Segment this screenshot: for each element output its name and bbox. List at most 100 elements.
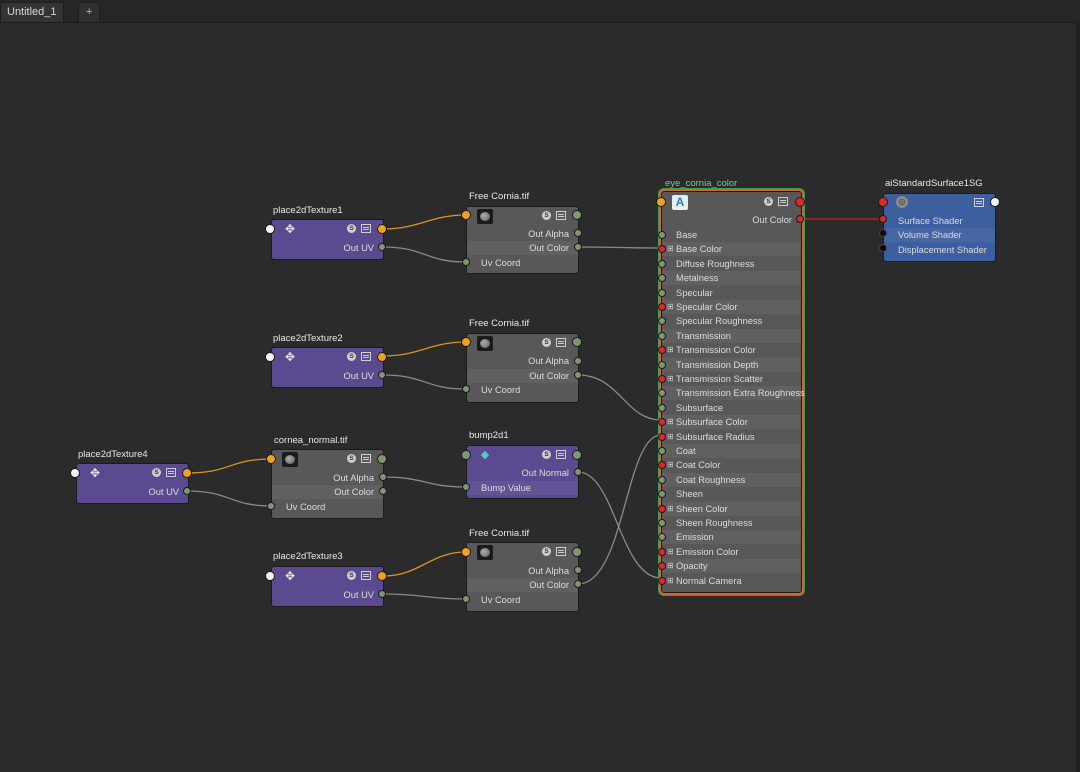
- output-port[interactable]: [572, 547, 582, 557]
- output-port[interactable]: [572, 450, 582, 460]
- shader-attr-port[interactable]: [658, 259, 666, 268]
- shader-attr-row[interactable]: Normal Camera: [662, 574, 801, 588]
- shader-attr-row[interactable]: Specular Color: [662, 300, 801, 314]
- expand-icon[interactable]: ⊞: [667, 345, 674, 354]
- out-normal-port[interactable]: [574, 468, 582, 476]
- shader-attr-row[interactable]: Subsurface: [662, 401, 801, 415]
- attribute-list-icon[interactable]: [556, 547, 566, 556]
- output-port[interactable]: [572, 210, 582, 220]
- attribute-list-icon[interactable]: [361, 571, 371, 580]
- input-port[interactable]: [461, 337, 471, 347]
- shading-badge-icon[interactable]: S: [764, 197, 773, 206]
- expand-icon[interactable]: ⊞: [667, 460, 674, 469]
- out-color-port[interactable]: [796, 215, 804, 223]
- input-port[interactable]: [265, 352, 275, 362]
- shader-attr-port[interactable]: [658, 360, 666, 369]
- shader-attr-row[interactable]: Base Color: [662, 242, 801, 257]
- shader-attr-port[interactable]: [658, 303, 666, 311]
- output-port[interactable]: [377, 571, 387, 581]
- shader-attr-row[interactable]: Diffuse Roughness: [662, 257, 801, 271]
- expand-icon[interactable]: ⊞: [667, 432, 674, 441]
- displacement-shader-port[interactable]: [879, 244, 887, 252]
- shading-badge-icon[interactable]: S: [347, 571, 356, 580]
- expand-icon[interactable]: ⊞: [667, 417, 674, 426]
- volume-shader-port[interactable]: [879, 229, 887, 237]
- input-port[interactable]: [878, 197, 888, 207]
- out-color-port[interactable]: [574, 371, 582, 379]
- attribute-list-icon[interactable]: [361, 454, 371, 463]
- shader-attr-row[interactable]: Coat Roughness: [662, 472, 801, 487]
- out-uv-port[interactable]: [378, 590, 386, 598]
- shading-badge-icon[interactable]: S: [542, 211, 551, 220]
- shader-attr-row[interactable]: Transmission: [662, 328, 801, 343]
- out-alpha-port[interactable]: [574, 229, 582, 237]
- shading-badge-icon[interactable]: S: [347, 454, 356, 463]
- attribute-list-icon[interactable]: [556, 211, 566, 220]
- attribute-list-icon[interactable]: [361, 224, 371, 233]
- shader-attr-row[interactable]: Subsurface Color: [662, 415, 801, 430]
- expand-icon[interactable]: ⊞: [667, 302, 674, 311]
- shader-attr-row[interactable]: Coat: [662, 444, 801, 458]
- shader-attr-row[interactable]: Base: [662, 228, 801, 242]
- shading-badge-icon[interactable]: S: [542, 450, 551, 459]
- shader-attr-port[interactable]: [658, 288, 666, 297]
- shader-attr-row[interactable]: Opacity: [662, 559, 801, 574]
- shading-badge-icon[interactable]: S: [347, 352, 356, 361]
- shader-attr-port[interactable]: [658, 576, 666, 585]
- output-port[interactable]: [990, 197, 1000, 207]
- attribute-list-icon[interactable]: [974, 198, 984, 207]
- expand-icon[interactable]: ⊞: [667, 244, 674, 253]
- out-alpha-port[interactable]: [379, 473, 387, 481]
- uv-coord-port[interactable]: [462, 595, 470, 603]
- input-port[interactable]: [266, 454, 276, 464]
- input-port[interactable]: [265, 224, 275, 234]
- shading-badge-icon[interactable]: S: [542, 338, 551, 347]
- bump-value-port[interactable]: [462, 483, 470, 491]
- input-port[interactable]: [461, 450, 471, 460]
- expand-icon[interactable]: ⊞: [667, 504, 674, 513]
- uv-coord-port[interactable]: [462, 385, 470, 393]
- shader-attr-row[interactable]: Coat Color: [662, 458, 801, 472]
- output-port[interactable]: [182, 468, 192, 478]
- shader-attr-port[interactable]: [658, 547, 666, 556]
- out-color-port[interactable]: [379, 487, 387, 495]
- shader-attr-port[interactable]: [658, 403, 666, 412]
- shader-attr-row[interactable]: Emission: [662, 530, 801, 545]
- output-port[interactable]: [377, 224, 387, 234]
- input-port[interactable]: [461, 547, 471, 557]
- expand-icon[interactable]: ⊞: [667, 547, 674, 556]
- output-port[interactable]: [795, 197, 805, 207]
- out-uv-port[interactable]: [183, 487, 191, 495]
- shader-attr-row[interactable]: Specular Roughness: [662, 314, 801, 328]
- shader-attr-port[interactable]: [658, 504, 666, 513]
- out-color-port[interactable]: [574, 243, 582, 251]
- input-port[interactable]: [656, 197, 666, 207]
- shader-attr-port[interactable]: [658, 432, 666, 441]
- shader-attr-row[interactable]: Transmission Scatter: [662, 372, 801, 386]
- shading-badge-icon[interactable]: S: [347, 224, 356, 233]
- output-port[interactable]: [377, 352, 387, 362]
- uv-coord-port[interactable]: [267, 502, 275, 510]
- shading-badge-icon[interactable]: S: [542, 547, 551, 556]
- attribute-list-icon[interactable]: [556, 450, 566, 459]
- shader-attr-row[interactable]: Transmission Extra Roughness: [662, 386, 805, 401]
- shader-attr-port[interactable]: [658, 447, 666, 455]
- shader-attr-row[interactable]: Sheen Roughness: [662, 516, 801, 530]
- shader-attr-port[interactable]: [658, 375, 666, 383]
- expand-icon[interactable]: ⊞: [667, 561, 674, 570]
- out-alpha-port[interactable]: [574, 357, 582, 365]
- shader-attr-row[interactable]: Transmission Color: [662, 343, 801, 357]
- shader-attr-row[interactable]: Metalness: [662, 271, 801, 286]
- output-port[interactable]: [377, 454, 387, 464]
- uv-coord-port[interactable]: [462, 258, 470, 266]
- shader-attr-port[interactable]: [658, 475, 666, 484]
- out-uv-port[interactable]: [378, 371, 386, 379]
- attribute-list-icon[interactable]: [361, 352, 371, 361]
- input-port[interactable]: [265, 571, 275, 581]
- expand-icon[interactable]: ⊞: [667, 576, 674, 585]
- shader-attr-row[interactable]: Specular: [662, 286, 801, 300]
- shader-attr-port[interactable]: [658, 519, 666, 527]
- out-uv-port[interactable]: [378, 243, 386, 251]
- input-port[interactable]: [70, 468, 80, 478]
- shader-attr-row[interactable]: Emission Color: [662, 545, 801, 559]
